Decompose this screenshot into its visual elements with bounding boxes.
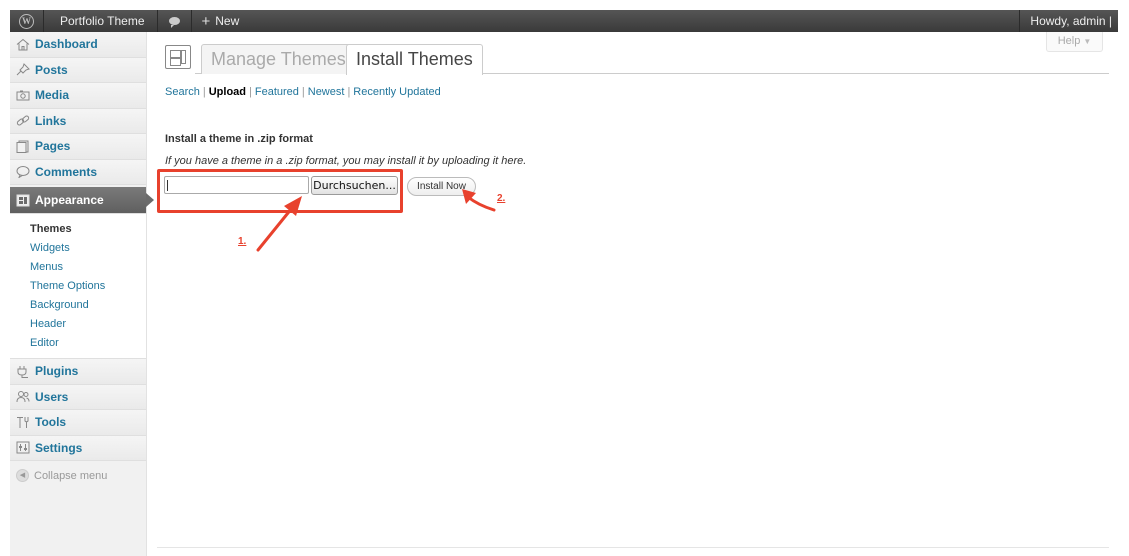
- sidebar-item-label: Plugins: [35, 364, 79, 379]
- annotation-arrow-1: [256, 196, 302, 252]
- sidebar-item-appearance[interactable]: Appearance: [10, 187, 154, 214]
- new-content-label: New: [215, 14, 240, 28]
- sidebar-item-settings[interactable]: Settings: [10, 435, 146, 461]
- sidebar-item-pages[interactable]: Pages: [10, 134, 146, 160]
- site-name-link[interactable]: Portfolio Theme: [44, 10, 158, 32]
- sidebar-item-label: Settings: [35, 440, 83, 455]
- submenu-item-header[interactable]: Header: [10, 315, 146, 334]
- subnav-upload-link[interactable]: Upload: [209, 86, 246, 98]
- tab-install-themes[interactable]: Install Themes: [346, 44, 483, 75]
- submenu-item-themes[interactable]: Themes: [10, 220, 146, 239]
- collapse-menu-label: Collapse menu: [34, 469, 108, 482]
- submenu-item-widgets[interactable]: Widgets: [10, 239, 146, 258]
- sidebar-item-label: Users: [35, 389, 69, 404]
- tab-manage-themes[interactable]: Manage Themes: [201, 44, 356, 74]
- footer-divider: [157, 547, 1109, 548]
- chain-link-icon: [16, 114, 30, 127]
- account-menu[interactable]: Howdy, admin |: [1019, 10, 1118, 32]
- sidebar-item-label: Tools: [35, 415, 67, 430]
- tools-icon: [16, 416, 30, 429]
- upload-description: If you have a theme in a .zip format, yo…: [165, 155, 527, 167]
- annotation-arrow-2: [462, 189, 496, 212]
- subnav-featured-link[interactable]: Featured: [255, 86, 299, 98]
- submenu-item-menus[interactable]: Menus: [10, 258, 146, 277]
- annotation-label-1: 1.: [238, 236, 247, 247]
- help-arrow-icon: ▼: [1083, 37, 1092, 46]
- admin-bar: W Portfolio Theme + New Howdy, admin |: [10, 10, 1118, 32]
- sidebar-item-comments[interactable]: Comments: [10, 159, 146, 185]
- collapse-menu-button[interactable]: ◀ Collapse menu: [10, 463, 146, 489]
- new-content-menu[interactable]: + New: [192, 10, 250, 32]
- sidebar-item-label: Pages: [35, 139, 71, 154]
- plug-icon: [16, 365, 30, 378]
- sidebar-item-label: Posts: [35, 62, 68, 77]
- subnav-separator: |: [249, 86, 252, 98]
- sidebar-item-plugins[interactable]: Plugins: [10, 359, 146, 385]
- submenu-item-editor[interactable]: Editor: [10, 334, 146, 353]
- submenu-item-background[interactable]: Background: [10, 296, 146, 315]
- sidebar-item-label: Dashboard: [35, 37, 98, 52]
- sidebar-item-tools[interactable]: Tools: [10, 410, 146, 436]
- wordpress-logo-menu[interactable]: W: [10, 10, 44, 32]
- install-subnav: Search | Upload | Featured | Newest | Recently U…: [165, 86, 441, 98]
- subnav-newest-link[interactable]: Newest: [308, 86, 345, 98]
- plus-icon: +: [201, 12, 211, 30]
- subnav-search-link[interactable]: Search: [165, 86, 200, 98]
- sidebar-item-dashboard[interactable]: Dashboard: [10, 32, 146, 58]
- annotation-label-2: 2.: [497, 193, 506, 204]
- wordpress-logo-icon: W: [19, 13, 34, 29]
- pages-icon: [16, 140, 30, 153]
- comment-bubble-icon: [168, 17, 180, 28]
- help-label: Help: [1057, 35, 1081, 47]
- users-icon: [16, 390, 30, 403]
- sidebar-item-label: Comments: [35, 164, 98, 179]
- appearance-submenu: Themes Widgets Menus Theme Options Backg…: [10, 214, 146, 359]
- upload-heading: Install a theme in .zip format: [165, 133, 313, 145]
- camera-icon: [16, 89, 30, 102]
- subnav-separator: |: [202, 86, 206, 98]
- admin-sidebar: Dashboard Posts Media Links Pages Commen…: [10, 32, 154, 556]
- subnav-separator: |: [347, 86, 351, 98]
- sidebar-item-users[interactable]: Users: [10, 384, 146, 410]
- sidebar-item-label: Media: [35, 88, 70, 103]
- subnav-separator: |: [301, 86, 305, 98]
- house-icon: [16, 38, 30, 51]
- pushpin-icon: [16, 63, 30, 76]
- subnav-recently-updated-link[interactable]: Recently Updated: [353, 86, 440, 98]
- submenu-item-theme-options[interactable]: Theme Options: [10, 277, 146, 296]
- sidebar-item-label: Appearance: [35, 193, 104, 207]
- appearance-icon: [16, 194, 30, 207]
- sidebar-item-media[interactable]: Media: [10, 83, 146, 109]
- speech-bubble-icon: [16, 165, 30, 179]
- help-tab[interactable]: Help ▼: [1046, 32, 1103, 52]
- collapse-arrow-icon: ◀: [16, 469, 29, 483]
- settings-icon: [16, 441, 30, 454]
- comments-link[interactable]: [158, 10, 192, 32]
- themes-page-icon: [165, 45, 191, 69]
- sidebar-item-links[interactable]: Links: [10, 108, 146, 134]
- sidebar-item-posts[interactable]: Posts: [10, 57, 146, 83]
- sidebar-item-label: Links: [35, 113, 67, 128]
